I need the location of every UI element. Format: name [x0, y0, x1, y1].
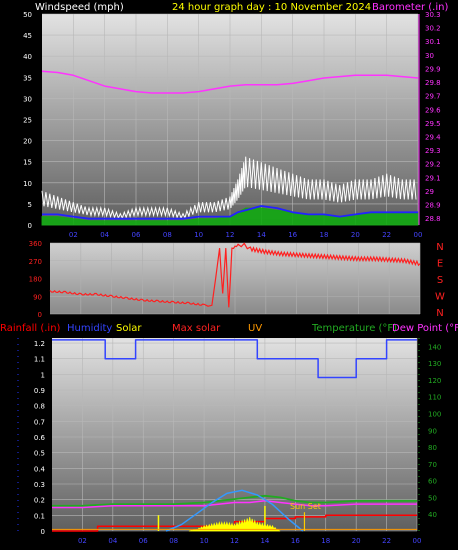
y-right-tick-label: 28.9: [425, 202, 441, 210]
compass-label: S: [437, 275, 443, 286]
y-right-tick-label: 30: [425, 52, 434, 60]
rain-tick-label: 0.4: [34, 465, 46, 473]
temperature-tick-label: 110: [428, 394, 441, 402]
x-tick-label: 12: [230, 537, 239, 545]
direction-tick-label: 270: [29, 258, 42, 266]
y-right-tick-label: 30.3: [425, 11, 441, 19]
legend-humidity: Humidity: [67, 323, 112, 334]
x-tick-label: 04: [100, 231, 109, 239]
sunset-annotation: Sun Set: [290, 502, 321, 511]
y-right-tick-label: 30.2: [425, 25, 441, 33]
direction-tick-label: 180: [29, 276, 42, 284]
legend-dew-point: Dew Point (°F): [392, 323, 458, 334]
legend-max-solar: Max solar: [172, 323, 221, 334]
x-tick-label: 00: [413, 537, 422, 545]
windspeed-axis-label: Windspeed (mph): [35, 2, 124, 13]
y-right-tick-label: 29.9: [425, 65, 441, 73]
rain-tick-label: 1.2: [34, 340, 45, 348]
temperature-tick-label: 70: [428, 461, 437, 469]
y-left-tick-label: 5: [28, 201, 32, 209]
y-left-tick-label: 40: [23, 53, 32, 61]
x-tick-label: 08: [169, 537, 178, 545]
x-tick-label: 02: [78, 537, 87, 545]
x-tick-label: 22: [382, 537, 391, 545]
legend-uv: UV: [248, 323, 262, 334]
rain-tick-label: 0.1: [34, 512, 45, 520]
temperature-tick-label: 40: [428, 511, 437, 519]
temperature-tick-label: 100: [428, 411, 441, 419]
x-tick-label: 06: [139, 537, 148, 545]
y-right-tick-label: 28.8: [425, 215, 441, 223]
rain-tick-label: 0: [41, 528, 45, 536]
x-tick-label: 20: [352, 537, 361, 545]
x-tick-label: 04: [108, 537, 117, 545]
compass-label: E: [437, 259, 443, 270]
rain-tick-label: 0.7: [34, 418, 45, 426]
legend-rainfall: Rainfall (.in): [0, 323, 61, 334]
temperature-tick-label: 120: [428, 377, 441, 385]
y-right-tick-label: 29.7: [425, 93, 441, 101]
y-right-tick-label: 30.1: [425, 38, 441, 46]
y-right-tick-label: 29: [425, 188, 434, 196]
temperature-tick-label: 90: [428, 427, 437, 435]
x-tick-label: 06: [132, 231, 141, 239]
y-left-tick-label: 25: [23, 117, 32, 125]
x-tick-label: 22: [382, 231, 391, 239]
x-tick-label: 00: [414, 231, 423, 239]
weather-charts: Windspeed (mph) 24 hour graph day : 10 N…: [0, 2, 458, 545]
temperature-tick-label: 80: [428, 444, 437, 452]
direction-tick-label: 0: [38, 311, 42, 319]
x-tick-label: 16: [288, 231, 297, 239]
direction-tick-label: 90: [33, 293, 42, 301]
y-right-tick-label: 29.8: [425, 79, 441, 87]
x-tick-label: 20: [351, 231, 360, 239]
x-tick-label: 10: [194, 231, 203, 239]
y-right-tick-label: 29.3: [425, 147, 441, 155]
x-tick-label: 18: [321, 537, 330, 545]
temperature-tick-label: 60: [428, 478, 437, 486]
y-left-tick-label: 45: [23, 32, 32, 40]
y-left-tick-label: 50: [23, 11, 32, 19]
x-tick-label: 14: [257, 231, 266, 239]
temperature-tick-label: 140: [428, 343, 441, 351]
compass-label: W: [435, 292, 445, 303]
rain-tick-label: 0.8: [34, 403, 45, 411]
direction-tick-label: 360: [29, 240, 42, 248]
rain-tick-label: 0.9: [34, 387, 45, 395]
rain-tick-label: 0.3: [34, 481, 45, 489]
legend-temperature: Temperature (°F): [311, 323, 397, 334]
x-tick-label: 10: [200, 537, 209, 545]
chart-title: 24 hour graph day : 10 November 2024: [172, 2, 371, 13]
x-tick-label: 12: [226, 231, 235, 239]
y-left-tick-label: 15: [23, 159, 32, 167]
x-tick-label: 14: [260, 537, 269, 545]
y-right-tick-label: 29.6: [425, 106, 441, 114]
rain-tick-label: 0.2: [34, 497, 45, 505]
rain-tick-label: 0.5: [34, 450, 45, 458]
y-left-tick-label: 35: [23, 74, 32, 82]
x-tick-label: 02: [69, 231, 78, 239]
temperature-tick-label: 130: [428, 360, 441, 368]
y-left-tick-label: 0: [28, 222, 32, 230]
y-right-tick-label: 29.2: [425, 161, 441, 169]
y-right-tick-label: 29.1: [425, 174, 441, 182]
y-left-tick-label: 10: [23, 180, 32, 188]
rain-tick-label: 1.1: [34, 356, 45, 364]
y-left-tick-label: 30: [23, 95, 32, 103]
y-left-tick-label: 20: [23, 138, 32, 146]
x-tick-label: 18: [320, 231, 329, 239]
x-tick-label: 16: [291, 537, 300, 545]
x-tick-label: 08: [163, 231, 172, 239]
rain-tick-label: 1: [41, 371, 45, 379]
legend-solar: Solar: [116, 323, 142, 334]
compass-label: N: [436, 242, 443, 253]
y-right-tick-label: 29.4: [425, 134, 441, 142]
rain-tick-label: 0.6: [34, 434, 46, 442]
y-right-tick-label: 29.5: [425, 120, 441, 128]
temperature-tick-label: 50: [428, 494, 437, 502]
compass-label: N: [436, 308, 443, 319]
